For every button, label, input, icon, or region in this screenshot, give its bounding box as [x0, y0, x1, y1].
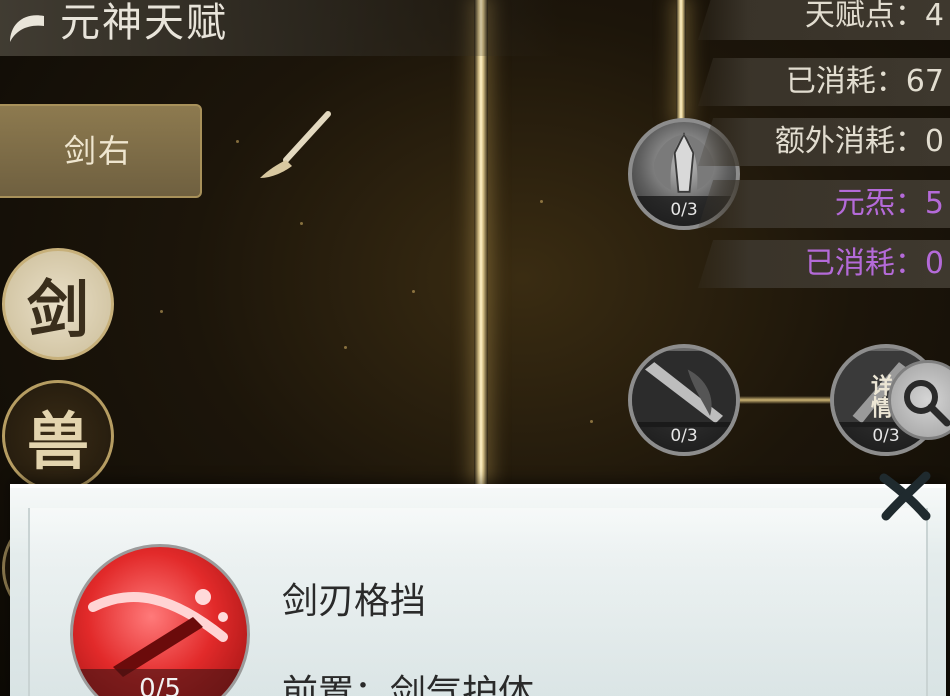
sparkle	[160, 310, 163, 313]
sparkle	[344, 346, 347, 349]
sparkle	[540, 200, 543, 203]
category-beast-tab[interactable]: 兽	[2, 380, 114, 492]
brush-icon[interactable]	[256, 110, 336, 184]
category-sword-tab[interactable]: 剑	[2, 248, 114, 360]
talent-node[interactable]: 0/3	[628, 344, 740, 456]
talent-connector-line	[736, 396, 836, 404]
spent-stat: 已消耗：67	[698, 58, 950, 106]
yuanxi-stat: 元炁：5	[698, 180, 950, 228]
talent-node-level: 0/3	[632, 422, 736, 452]
blade-slash-icon	[632, 350, 736, 428]
sparkle	[412, 290, 415, 293]
extra-spent-stat: 额外消耗：0	[698, 118, 950, 166]
search-icon	[904, 380, 950, 427]
detail-button[interactable]: 详情	[832, 356, 892, 436]
talent-connector-line	[676, 0, 686, 120]
sparkle	[590, 420, 593, 423]
category-beast-label: 兽	[26, 405, 89, 478]
close-icon[interactable]	[876, 470, 934, 522]
category-sword-label: 剑	[26, 273, 89, 346]
skill-prerequisite: 前置：剑气护体	[282, 673, 535, 696]
back-icon[interactable]	[4, 6, 48, 50]
page-title: 元神天赋	[60, 0, 228, 46]
talent-points-stat: 天赋点：4	[698, 0, 950, 40]
yuanxi-spent-stat: 已消耗：0	[698, 240, 950, 288]
preset-button[interactable]: 剑右	[0, 104, 202, 198]
search-button[interactable]	[888, 360, 950, 440]
sparkle	[300, 222, 303, 225]
talent-connector-line	[474, 0, 488, 484]
sparkle	[236, 140, 239, 143]
skill-name: 剑刃格挡	[282, 581, 427, 622]
skill-level: 0/5	[73, 669, 247, 696]
